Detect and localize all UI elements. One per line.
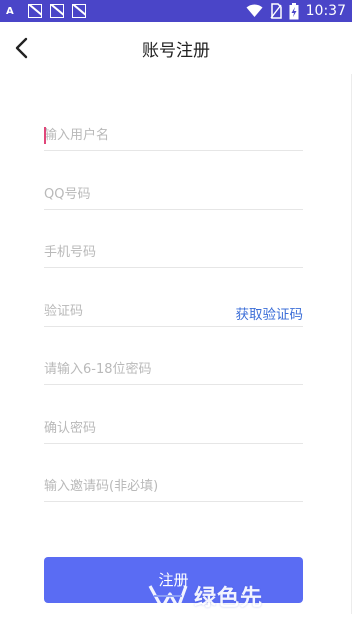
app-header: 账号注册 <box>0 22 352 74</box>
password-input[interactable] <box>44 355 303 383</box>
invite-code-input[interactable] <box>44 472 303 500</box>
bottom-area <box>0 614 352 633</box>
status-left-icons: A <box>6 3 86 19</box>
notification-icon <box>28 4 42 18</box>
notification-icon <box>72 4 86 18</box>
qq-input[interactable] <box>44 180 303 208</box>
status-clock: 10:37 <box>305 3 346 19</box>
confirm-password-input[interactable] <box>44 414 303 442</box>
notification-icon <box>50 4 64 18</box>
verification-code-field: 获取验证码 <box>44 297 303 327</box>
phone-field <box>44 238 303 268</box>
font-icon: A <box>6 5 14 17</box>
username-field <box>44 121 303 151</box>
no-sim-icon <box>270 3 282 19</box>
text-cursor <box>44 127 46 144</box>
status-right-icons: 10:37 <box>246 2 346 20</box>
confirm-password-field <box>44 414 303 444</box>
register-button[interactable]: 注册 <box>44 557 303 603</box>
wifi-icon <box>246 4 263 17</box>
page-title: 账号注册 <box>142 41 210 61</box>
verification-code-input[interactable] <box>44 297 224 325</box>
phone-input[interactable] <box>44 238 303 266</box>
get-code-button[interactable]: 获取验证码 <box>236 303 304 323</box>
password-field <box>44 355 303 385</box>
qq-field <box>44 180 303 210</box>
invite-code-field <box>44 472 303 502</box>
username-input[interactable] <box>44 121 303 149</box>
status-bar: A 10:37 <box>0 0 352 22</box>
battery-charging-icon <box>289 2 299 19</box>
